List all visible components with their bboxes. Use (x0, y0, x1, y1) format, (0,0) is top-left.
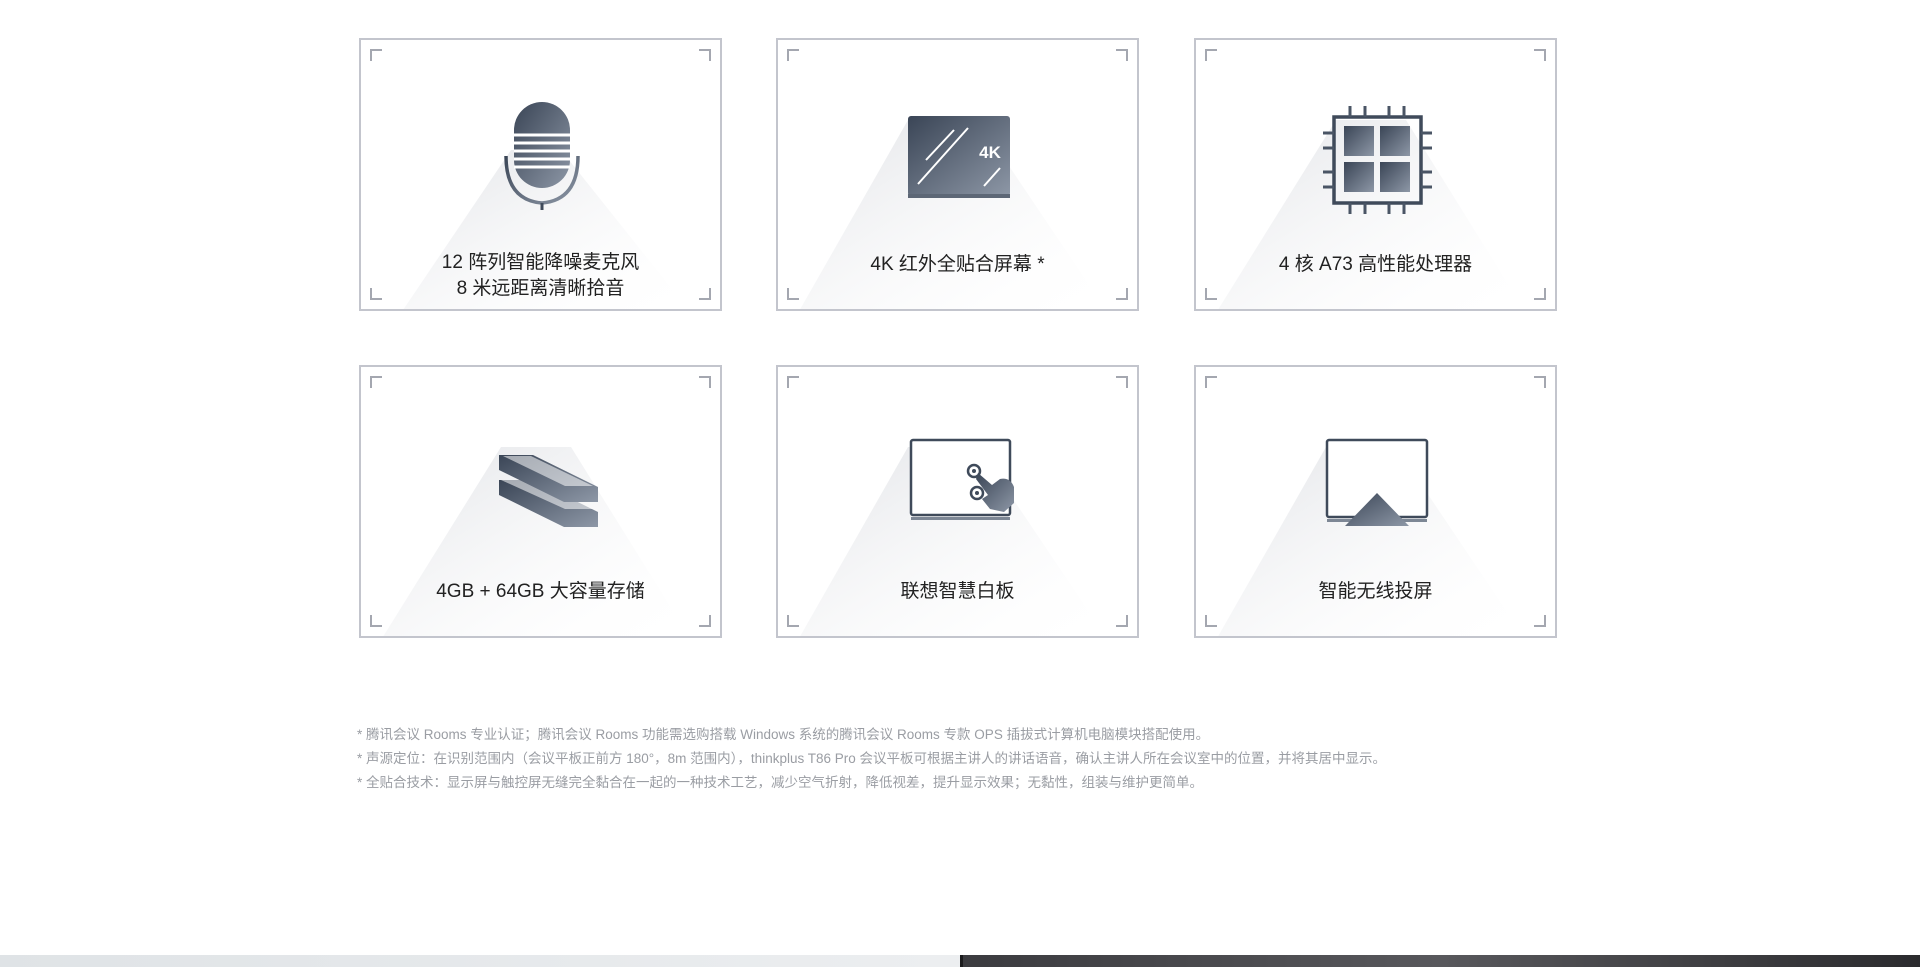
corner-mark (370, 376, 382, 388)
corner-mark (787, 49, 799, 61)
feature-caption: 12 阵列智能降噪麦克风 8 米远距离清晰拾音 (361, 250, 720, 302)
corner-mark (1534, 615, 1546, 627)
corner-mark (787, 376, 799, 388)
footnotes: * 腾讯会议 Rooms 专业认证；腾讯会议 Rooms 功能需选购搭载 Win… (357, 723, 1557, 795)
feature-title: 4K 红外全贴合屏幕 * (870, 254, 1045, 275)
corner-mark (699, 615, 711, 627)
corner-mark (370, 288, 382, 300)
processor-chip-icon (1196, 40, 1555, 240)
corner-mark (1116, 288, 1128, 300)
4k-screen-icon: 4K (778, 40, 1137, 240)
corner-mark (1534, 49, 1546, 61)
feature-caption: 4GB + 64GB 大容量存储 (361, 579, 720, 605)
corner-mark (787, 288, 799, 300)
feature-title: 智能无线投屏 (1318, 581, 1433, 602)
corner-mark (699, 376, 711, 388)
band-left (0, 955, 960, 967)
corner-mark (370, 615, 382, 627)
footnote: * 全贴合技术：显示屏与触控屏无缝完全黏合在一起的一种技术工艺，减少空气折射，降… (357, 775, 1204, 790)
screen-badge: 4K (979, 143, 1001, 162)
feature-card-storage: 4GB + 64GB 大容量存储 (359, 365, 722, 638)
feature-card-processor: 4 核 A73 高性能处理器 (1194, 38, 1557, 311)
feature-subtitle: 8 米远距离清晰拾音 (456, 278, 625, 299)
feature-title: 4GB + 64GB 大容量存储 (436, 581, 645, 602)
feature-caption: 智能无线投屏 (1196, 579, 1555, 605)
corner-mark (370, 49, 382, 61)
corner-mark (787, 615, 799, 627)
feature-caption: 4K 红外全贴合屏幕 * (778, 252, 1137, 278)
feature-title: 4 核 A73 高性能处理器 (1278, 254, 1473, 275)
feature-caption: 4 核 A73 高性能处理器 (1196, 252, 1555, 278)
corner-mark (1205, 615, 1217, 627)
feature-title: 联想智慧白板 (900, 581, 1015, 602)
storage-icon (361, 367, 720, 567)
corner-mark (1205, 49, 1217, 61)
footnote: * 声源定位：在识别范围内（会议平板正前方 180°，8m 范围内），think… (357, 751, 1386, 766)
next-section-preview (0, 955, 1920, 967)
feature-card-microphone: 12 阵列智能降噪麦克风 8 米远距离清晰拾音 (359, 38, 722, 311)
corner-mark (1116, 376, 1128, 388)
corner-mark (1534, 288, 1546, 300)
corner-mark (1116, 49, 1128, 61)
feature-title: 12 阵列智能降噪麦克风 (441, 252, 640, 273)
corner-mark (1205, 288, 1217, 300)
feature-card-4k-screen: 4K 4K 红外全贴合屏幕 * (776, 38, 1139, 311)
corner-mark (699, 288, 711, 300)
whiteboard-touch-icon (778, 367, 1137, 567)
feature-card-whiteboard: 联想智慧白板 (776, 365, 1139, 638)
corner-mark (1534, 376, 1546, 388)
band-right (963, 955, 1920, 967)
wireless-projection-icon (1196, 367, 1555, 567)
feature-card-wireless-projection: 智能无线投屏 (1194, 365, 1557, 638)
feature-grid: 12 阵列智能降噪麦克风 8 米远距离清晰拾音 4K 4K 红外全贴合屏幕 * … (0, 0, 1920, 700)
corner-mark (1116, 615, 1128, 627)
feature-caption: 联想智慧白板 (778, 579, 1137, 605)
corner-mark (1205, 376, 1217, 388)
microphone-icon (361, 40, 720, 240)
corner-mark (699, 49, 711, 61)
footnote: * 腾讯会议 Rooms 专业认证；腾讯会议 Rooms 功能需选购搭载 Win… (357, 727, 1210, 742)
